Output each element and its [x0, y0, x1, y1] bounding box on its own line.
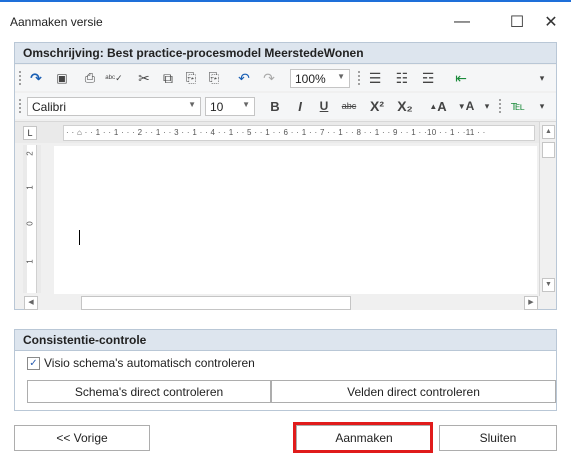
toolbar-grip-icon[interactable]	[19, 71, 22, 85]
horizontal-scrollbar[interactable]: ◀ ▶	[24, 296, 538, 310]
text-caret	[79, 230, 80, 245]
strikethrough-button[interactable]: abc	[339, 96, 359, 116]
editor-toolbar-formatting: Calibri ▼ 10 ▼ B I U abc X² X₂ ▲ A ▼ A ▾ ℡…	[15, 93, 556, 119]
chevron-down-icon: ▼	[188, 100, 196, 109]
font-size-value: 10	[210, 100, 224, 114]
chevron-down-icon: ▼	[242, 100, 250, 109]
vertical-ruler-scale: 2 1 0 1	[25, 145, 37, 293]
styles-icon[interactable]: ℡	[509, 96, 527, 116]
chevron-down-icon: ▼	[337, 72, 345, 81]
decrease-indent-icon[interactable]: ⇤	[452, 68, 470, 88]
toolbar-overflow-icon[interactable]: ▾	[535, 96, 549, 116]
editor-page[interactable]	[54, 146, 537, 294]
toolbar-grip-icon[interactable]	[19, 99, 22, 113]
cut-icon[interactable]: ✂	[135, 68, 153, 88]
consistency-header: Consistentie-controle	[14, 329, 557, 351]
check-schemas-button[interactable]: Schema's direct controleren	[27, 380, 271, 403]
create-button-highlight	[293, 422, 433, 453]
vertical-ruler-number: 2	[25, 151, 35, 156]
horizontal-ruler-area: L · · ⌂ · · 1 · · 1 · · · 2 · · 1 · · 3 …	[15, 121, 556, 143]
paste-special-icon[interactable]: ⎘	[205, 68, 223, 88]
superscript-button[interactable]: X²	[365, 96, 389, 116]
auto-check-row[interactable]: ✓ Visio schema's automatisch controleren	[27, 355, 255, 371]
vertical-scroll-thumb[interactable]	[542, 142, 555, 158]
italic-button[interactable]: I	[291, 96, 309, 116]
subscript-button[interactable]: X₂	[393, 96, 417, 116]
vertical-ruler-number: 0	[25, 221, 35, 226]
font-size-select[interactable]: 10 ▼	[205, 97, 255, 116]
grow-font-label: A	[437, 98, 447, 114]
spellcheck-icon[interactable]: ᵃᵇᶜ✓	[103, 68, 125, 88]
shrink-font-label: A	[465, 99, 475, 113]
vertical-scrollbar[interactable]: ▲ ▼	[539, 122, 556, 296]
scroll-up-icon[interactable]: ▲	[542, 125, 555, 139]
redo-icon[interactable]: ↷	[260, 68, 278, 88]
vertical-ruler-number: 1	[25, 259, 35, 264]
minimize-button[interactable]: —	[442, 6, 482, 38]
toolbar-overflow-icon[interactable]: ▾	[535, 68, 549, 88]
scroll-down-icon[interactable]: ▼	[542, 278, 555, 292]
font-name-value: Calibri	[32, 100, 67, 114]
vertical-ruler: 2 1 0 1	[23, 145, 41, 293]
redo-arrow-icon[interactable]: ↷	[27, 68, 45, 88]
previous-button[interactable]: << Vorige	[14, 425, 150, 451]
toolbar-grip-icon[interactable]	[358, 71, 361, 85]
undo-icon[interactable]: ↶	[235, 68, 253, 88]
vertical-ruler-number: 1	[25, 185, 35, 190]
close-dialog-button[interactable]: Sluiten	[439, 425, 557, 451]
bold-button[interactable]: B	[266, 96, 284, 116]
shrink-font-button[interactable]: ▼ A	[455, 96, 477, 116]
title-bar: Aanmaken versie — ☐ ✕	[0, 2, 571, 40]
bullets-icon[interactable]: ☰	[366, 68, 384, 88]
window-title: Aanmaken versie	[10, 15, 103, 29]
close-button[interactable]: ✕	[531, 6, 571, 38]
zoom-select[interactable]: 100% ▼	[290, 69, 350, 88]
horizontal-scroll-thumb[interactable]	[81, 296, 351, 310]
zoom-value: 100%	[295, 72, 326, 86]
grow-font-button[interactable]: ▲ A	[427, 96, 449, 116]
auto-check-label: Visio schema's automatisch controleren	[44, 356, 255, 370]
save-icon[interactable]: ▣	[53, 68, 71, 88]
numbering-icon[interactable]: ☷	[393, 68, 411, 88]
print-icon[interactable]: ⎙	[81, 68, 99, 88]
chevron-down-icon[interactable]: ▾	[481, 96, 493, 116]
check-fields-button[interactable]: Velden direct controleren	[271, 380, 556, 403]
description-header: Omschrijving: Best practice-procesmodel …	[14, 42, 557, 64]
scroll-left-icon[interactable]: ◀	[24, 296, 38, 310]
toolbar-grip-icon[interactable]	[499, 99, 502, 113]
tab-stop-selector[interactable]: L	[23, 126, 37, 140]
multilevel-list-icon[interactable]: ☲	[419, 68, 437, 88]
horizontal-ruler[interactable]: · · ⌂ · · 1 · · 1 · · · 2 · · 1 · · 3 · …	[63, 125, 535, 141]
copy-icon[interactable]: ⧉	[159, 68, 177, 88]
scroll-right-icon[interactable]: ▶	[524, 296, 538, 310]
underline-button[interactable]: U	[315, 96, 333, 116]
editor-toolbar-standard: ↷ ▣ ⎙ ᵃᵇᶜ✓ ✂ ⧉ ⎘ ⎘ ↶ ↷ 100% ▼ ☰ ☷ ☲ ⇤ ▾	[15, 65, 556, 91]
font-name-select[interactable]: Calibri ▼	[27, 97, 201, 116]
auto-check-checkbox[interactable]: ✓	[27, 356, 40, 370]
paste-icon[interactable]: ⎘	[182, 68, 200, 88]
